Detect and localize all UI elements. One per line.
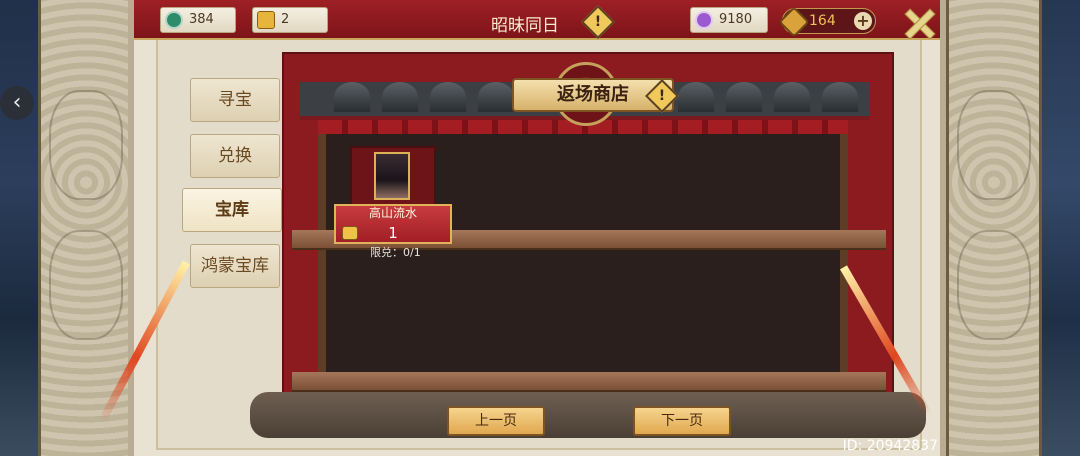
- shelf-bottom: [292, 372, 886, 392]
- info-icon: !: [594, 14, 602, 30]
- dragon-emblem-icon: [49, 230, 123, 340]
- gold-value: 164: [809, 13, 836, 29]
- silver-counter[interactable]: 384: [160, 7, 236, 33]
- close-button[interactable]: [898, 4, 942, 44]
- purple-gem-icon: [695, 11, 713, 29]
- add-gold-button[interactable]: +: [854, 12, 872, 30]
- tab-exchange[interactable]: 兑换: [190, 134, 280, 178]
- info-icon: !: [658, 88, 666, 104]
- crystal-value: 9180: [719, 12, 753, 27]
- back-arrow-icon[interactable]: ‹: [0, 86, 34, 120]
- ingot-counter[interactable]: 2: [252, 7, 328, 33]
- character-portrait: [374, 152, 410, 200]
- item-limit: 限兑：0/1: [370, 246, 421, 259]
- tab-hongmeng-treasury[interactable]: 鸿蒙宝库: [190, 244, 280, 288]
- gold-counter[interactable]: 164 +: [778, 6, 876, 38]
- tab-treasure-hunt[interactable]: 寻宝: [190, 78, 280, 122]
- dragon-panel-right: [946, 0, 1042, 456]
- ingot-icon: [257, 11, 275, 29]
- event-title-text: 昭昧同日: [491, 16, 559, 36]
- dragon-emblem-icon: [957, 90, 1031, 200]
- shop-item[interactable]: 高山流水 1: [334, 146, 452, 244]
- crystal-counter[interactable]: 9180: [690, 7, 768, 33]
- dragon-emblem-icon: [49, 90, 123, 200]
- background-right: [1040, 0, 1080, 456]
- prev-page-button[interactable]: 上一页: [447, 406, 545, 436]
- dragon-emblem-icon: [957, 230, 1031, 340]
- tab-treasury[interactable]: 宝库: [182, 188, 282, 232]
- next-page-button[interactable]: 下一页: [633, 406, 731, 436]
- event-title: 昭昧同日: [430, 6, 650, 40]
- background-left: [0, 0, 40, 456]
- item-name: 高山流水: [368, 206, 417, 220]
- silver-value: 384: [189, 12, 214, 27]
- pagination-scroll: [250, 392, 926, 438]
- jade-coin-icon: [165, 11, 183, 29]
- player-id: ID: 20942837: [842, 438, 938, 454]
- ingot-value: 2: [281, 12, 290, 27]
- item-price: 1: [388, 224, 398, 242]
